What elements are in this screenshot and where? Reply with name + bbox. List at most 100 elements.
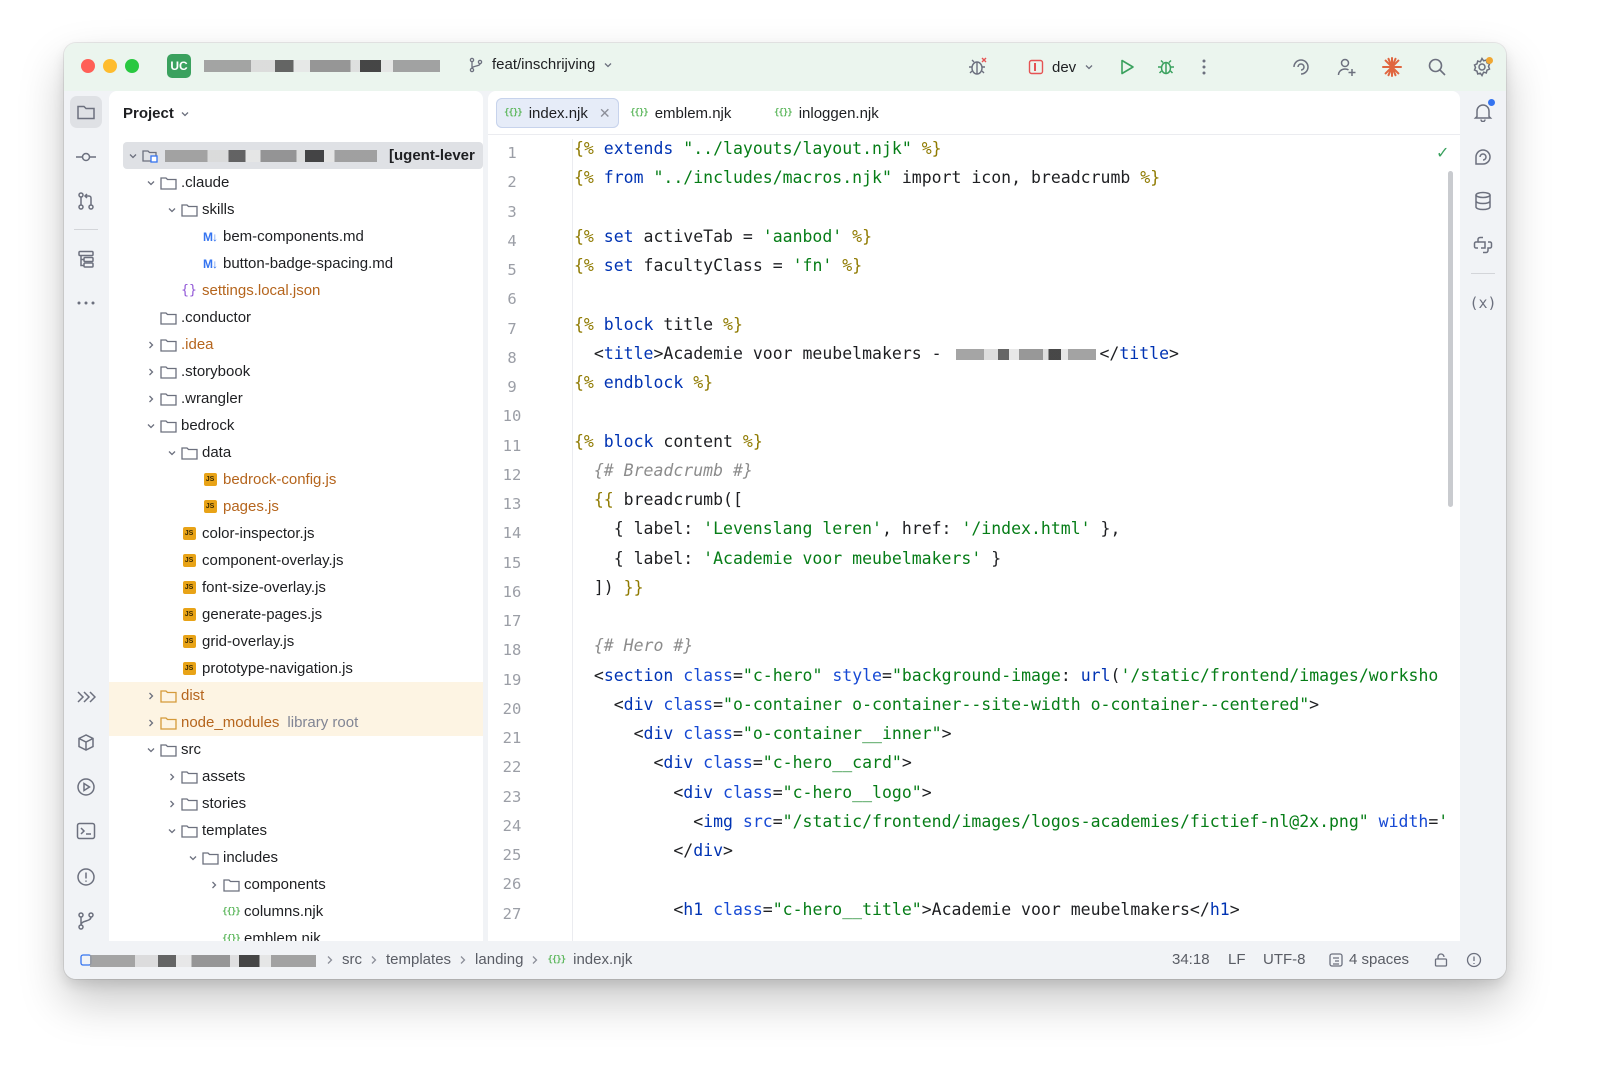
search-icon[interactable] — [1425, 55, 1449, 79]
project-badge[interactable]: UC — [167, 54, 191, 78]
tree-row-bedrock[interactable]: bedrock — [109, 412, 483, 439]
line-number[interactable]: 5 — [488, 256, 536, 285]
python-console-icon[interactable] — [1467, 229, 1499, 261]
read-only-lock-icon[interactable] — [1433, 952, 1449, 968]
ai-chat-icon[interactable] — [1467, 141, 1499, 173]
tree-row-font-size-overlay-js[interactable]: JS font-size-overlay.js — [109, 574, 483, 601]
line-number[interactable]: 26 — [488, 870, 536, 899]
breadcrumb-item[interactable]: src — [342, 951, 362, 968]
chevron-right-icon[interactable] — [143, 391, 159, 407]
line-number[interactable]: 25 — [488, 841, 536, 870]
redacted-project-name[interactable] — [204, 60, 440, 72]
tree-row-color-inspector-js[interactable]: JS color-inspector.js — [109, 520, 483, 547]
claude-icon[interactable] — [1380, 55, 1404, 79]
code-line[interactable]: {% set facultyClass = 'fn' %} — [574, 256, 862, 285]
tree-row-wrangler[interactable]: .wrangler — [109, 385, 483, 412]
structure-icon[interactable] — [70, 243, 102, 275]
add-user-icon[interactable] — [1335, 55, 1359, 79]
line-number[interactable]: 20 — [488, 695, 536, 724]
chevron-right-icon[interactable] — [164, 796, 180, 812]
line-number[interactable]: 27 — [488, 900, 536, 929]
chevron-down-icon[interactable] — [143, 418, 159, 434]
run-tool-icon[interactable] — [70, 771, 102, 803]
code-line[interactable]: { label: 'Academie voor meubelmakers' } — [574, 549, 1001, 578]
line-number[interactable]: 2 — [488, 168, 536, 197]
database-icon[interactable] — [1467, 185, 1499, 217]
more-vertical-icon[interactable] — [1192, 55, 1216, 79]
tree-row-idea[interactable]: .idea — [109, 331, 483, 358]
code-line[interactable]: </div> — [574, 841, 733, 870]
debug-disabled-icon[interactable] — [966, 55, 990, 79]
line-number[interactable]: 1 — [488, 139, 536, 168]
tree-row-settings-local-json[interactable]: {} settings.local.json — [109, 277, 483, 304]
breadcrumb-item[interactable]: index.njk — [573, 951, 632, 968]
notifications-bell-icon[interactable] — [1467, 96, 1499, 128]
inspections-icon[interactable] — [1466, 952, 1482, 968]
no-problems-check-icon[interactable]: ✓ — [1436, 143, 1449, 163]
tree-root-row[interactable]: [ugent-lever — [123, 142, 483, 169]
code-line[interactable]: <h1 class="c-hero__title">Academie voor … — [574, 900, 1239, 929]
tree-row-components[interactable]: components — [109, 871, 483, 898]
tree-row-includes[interactable]: includes — [109, 844, 483, 871]
code-line[interactable]: <div class="c-hero__card"> — [574, 753, 911, 782]
code-line[interactable]: ]) }} — [574, 578, 644, 607]
breadcrumb-item[interactable]: templates — [386, 951, 451, 968]
close-tab-icon[interactable]: ✕ — [599, 105, 611, 122]
tab-index-njk[interactable]: {{}} index.njk ✕ — [496, 98, 619, 128]
chevron-right-icon[interactable] — [143, 688, 159, 704]
caret-position[interactable]: 34:18 — [1172, 951, 1210, 968]
git-icon[interactable] — [70, 905, 102, 937]
tree-row-node-modules[interactable]: node_modules library root — [109, 709, 483, 736]
run-icon[interactable] — [1115, 55, 1139, 79]
tree-row-stories[interactable]: stories — [109, 790, 483, 817]
line-number[interactable]: 18 — [488, 636, 536, 665]
line-number[interactable]: 15 — [488, 549, 536, 578]
file-encoding[interactable]: UTF-8 — [1263, 951, 1306, 968]
code-line[interactable]: {% block title %} — [574, 315, 743, 344]
line-number[interactable]: 17 — [488, 607, 536, 636]
line-number[interactable]: 12 — [488, 461, 536, 490]
python-packages-icon[interactable] — [70, 727, 102, 759]
zoom-window-button[interactable] — [125, 59, 139, 73]
debug-icon[interactable] — [1154, 55, 1178, 79]
chevron-down-icon[interactable] — [164, 823, 180, 839]
chevron-down-icon[interactable] — [185, 850, 201, 866]
tree-row-src[interactable]: src — [109, 736, 483, 763]
code-line[interactable]: <div class="o-container o-container--sit… — [574, 695, 1319, 724]
ai-assistant-icon[interactable] — [1289, 55, 1313, 79]
terminal-icon[interactable] — [70, 815, 102, 847]
tree-row-bem-components-md[interactable]: M↓ bem-components.md — [109, 223, 483, 250]
tree-row-conductor[interactable]: .conductor — [109, 304, 483, 331]
code-line[interactable]: <div class="c-hero__logo"> — [574, 783, 931, 812]
code-line[interactable]: {% set activeTab = 'aanbod' %} — [574, 227, 872, 256]
line-number[interactable]: 19 — [488, 666, 536, 695]
more-tools-icon[interactable] — [70, 287, 102, 319]
tree-row-templates[interactable]: templates — [109, 817, 483, 844]
chevron-right-icon[interactable] — [143, 364, 159, 380]
line-separator[interactable]: LF — [1228, 951, 1246, 968]
commit-icon[interactable] — [70, 141, 102, 173]
line-number[interactable]: 22 — [488, 753, 536, 782]
redacted-path[interactable] — [90, 955, 316, 967]
close-window-button[interactable] — [81, 59, 95, 73]
tab-inloggen-njk[interactable]: {{}} inloggen.njk — [766, 98, 887, 128]
project-view-selector[interactable]: Project — [123, 105, 190, 122]
tree-row-component-overlay-js[interactable]: JS component-overlay.js — [109, 547, 483, 574]
line-number[interactable]: 11 — [488, 432, 536, 461]
chevron-down-icon[interactable] — [143, 742, 159, 758]
line-number[interactable]: 21 — [488, 724, 536, 753]
code-line[interactable]: <div class="o-container__inner"> — [574, 724, 952, 753]
tree-row-skills[interactable]: skills — [109, 196, 483, 223]
line-number[interactable]: 10 — [488, 402, 536, 431]
variables-icon[interactable]: (x) — [1467, 287, 1499, 319]
line-number[interactable]: 14 — [488, 519, 536, 548]
tab-emblem-njk[interactable]: {{}} emblem.njk — [622, 98, 739, 128]
tree-row-grid-overlay-js[interactable]: JS grid-overlay.js — [109, 628, 483, 655]
code-line[interactable]: {% from "../includes/macros.njk" import … — [574, 168, 1160, 197]
line-number[interactable]: 23 — [488, 783, 536, 812]
tree-row-storybook[interactable]: .storybook — [109, 358, 483, 385]
line-number[interactable]: 9 — [488, 373, 536, 402]
code-line[interactable]: {# Hero #} — [574, 636, 693, 665]
code-line[interactable]: <section class="c-hero" style="backgroun… — [574, 666, 1438, 695]
line-number[interactable]: 13 — [488, 490, 536, 519]
